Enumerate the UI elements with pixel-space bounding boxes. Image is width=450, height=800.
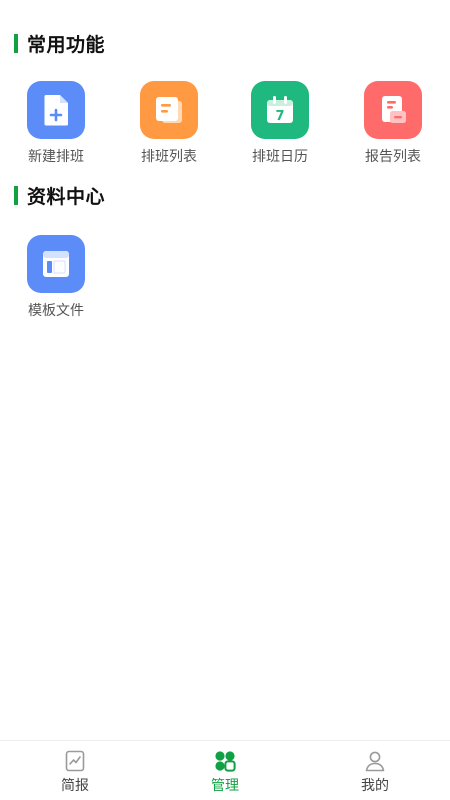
tile-label: 排班日历 bbox=[252, 149, 308, 165]
tile-schedule-list[interactable]: 排班列表 bbox=[124, 81, 214, 166]
section-header-common: 常用功能 bbox=[14, 31, 106, 56]
section-accent-bar bbox=[14, 185, 18, 205]
tile-new-schedule[interactable]: 新建排班 bbox=[11, 81, 101, 166]
tile-template-files[interactable]: 模板文件 bbox=[11, 235, 101, 320]
tile-label: 报告列表 bbox=[365, 149, 421, 165]
template-layout-icon bbox=[27, 235, 85, 293]
section-header-resources: 资料中心 bbox=[14, 183, 106, 208]
report-list-icon bbox=[364, 81, 422, 139]
tile-schedule-calendar[interactable]: 7 排班日历 bbox=[235, 81, 325, 166]
tab-briefing[interactable]: 简报 bbox=[0, 741, 150, 800]
tab-label: 简报 bbox=[61, 778, 89, 794]
list-document-icon bbox=[140, 81, 198, 139]
tab-mine[interactable]: 我的 bbox=[300, 741, 450, 800]
new-document-icon bbox=[27, 81, 85, 139]
screen: 常用功能 新建排班 排班列表 7 排班日历 报告列表 资料中心 模板文件 简报 … bbox=[0, 0, 450, 800]
section-title: 常用功能 bbox=[27, 33, 106, 56]
tile-label: 模板文件 bbox=[28, 303, 84, 319]
manage-grid-icon bbox=[214, 750, 236, 772]
briefing-chart-icon bbox=[64, 750, 86, 772]
user-profile-icon bbox=[364, 750, 386, 772]
section-title: 资料中心 bbox=[27, 185, 106, 208]
bottom-tab-bar: 简报 管理 我的 bbox=[0, 740, 450, 800]
section-accent-bar bbox=[14, 33, 18, 53]
tab-manage[interactable]: 管理 bbox=[150, 741, 300, 800]
calendar-icon: 7 bbox=[251, 81, 309, 139]
calendar-day-number: 7 bbox=[275, 109, 284, 124]
tab-label: 管理 bbox=[211, 778, 239, 794]
tile-label: 排班列表 bbox=[141, 149, 197, 165]
tab-label: 我的 bbox=[361, 778, 389, 794]
tile-report-list[interactable]: 报告列表 bbox=[348, 81, 438, 166]
tile-label: 新建排班 bbox=[28, 149, 84, 165]
